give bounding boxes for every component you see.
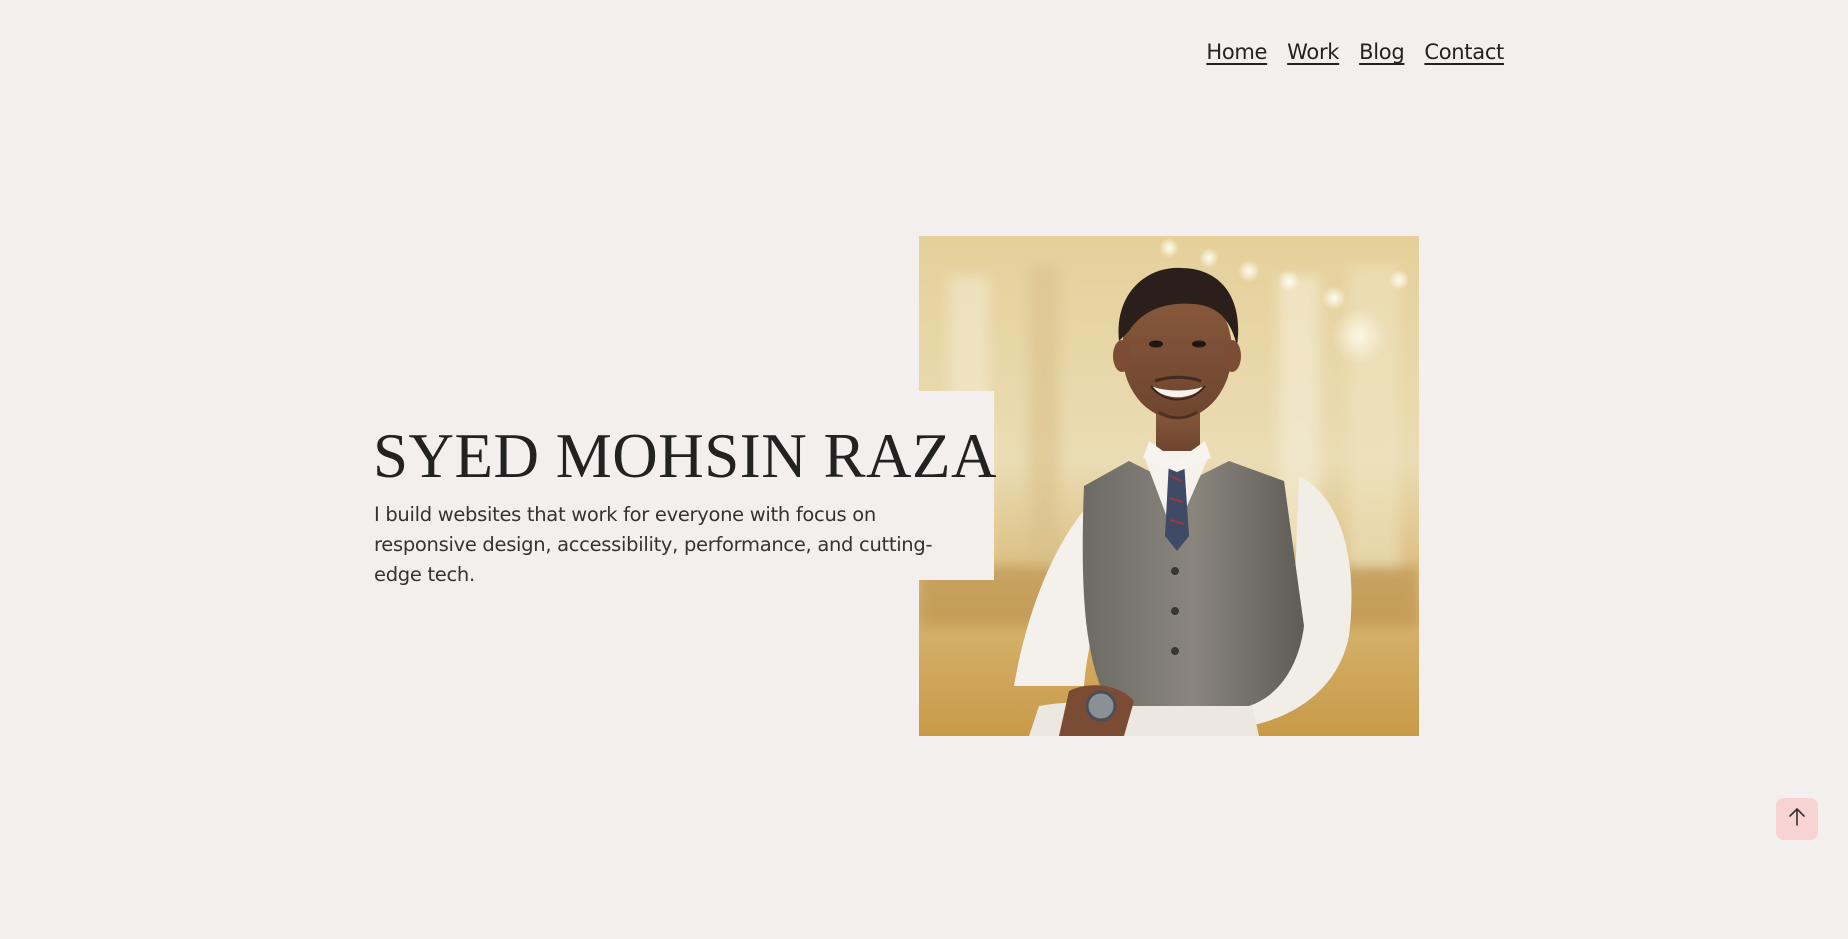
nav-link-blog[interactable]: Blog — [1359, 40, 1405, 64]
back-to-top-button[interactable] — [1776, 798, 1818, 840]
nav-link-contact[interactable]: Contact — [1424, 40, 1504, 64]
nav-link-home[interactable]: Home — [1206, 40, 1267, 64]
nav-link-work[interactable]: Work — [1287, 40, 1339, 64]
hero-description: I build websites that work for everyone … — [374, 503, 933, 586]
main-nav: Home Work Blog Contact — [1206, 40, 1504, 64]
arrow-up-icon — [1786, 806, 1808, 832]
hero-title: SYED MOHSIN RAZA — [373, 421, 998, 491]
